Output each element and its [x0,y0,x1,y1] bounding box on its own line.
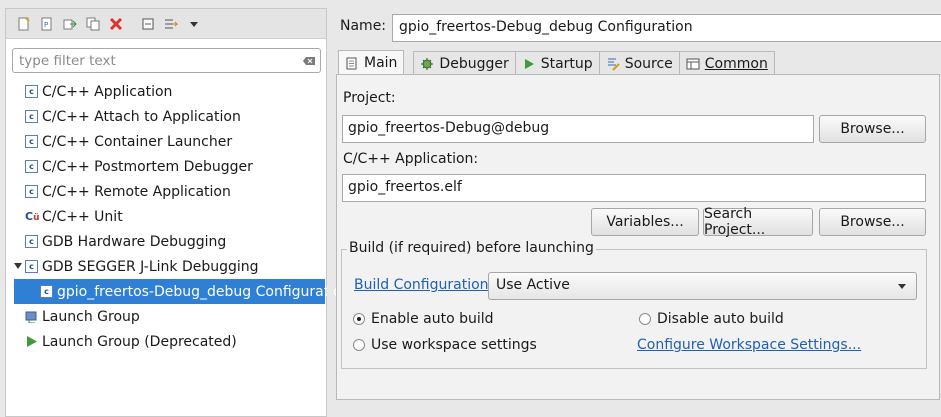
c-launch-icon: c [40,285,53,298]
browse-application-button[interactable]: Browse... [819,208,926,236]
tab-startup[interactable]: Startup [514,51,600,75]
main-tab-icon [345,56,359,70]
tree-item-launch-group-deprecated[interactable]: Launch Group (Deprecated) [6,329,326,354]
new-configuration-icon[interactable] [14,14,34,34]
tab-source[interactable]: Source [598,51,680,75]
radio-label: Enable auto build [371,311,494,327]
tree-item-label: gpio_freertos-Debug_debug Configuration [57,283,351,300]
name-row: Name: gpio_freertos-Debug_debug Configur… [340,14,941,42]
build-group-title: Build (if required) before launching [347,240,596,256]
browse-project-button[interactable]: Browse... [819,115,926,143]
configure-workspace-settings-link[interactable]: Configure Workspace Settings... [637,337,861,353]
view-menu-icon[interactable] [184,14,204,34]
c-launch-icon: c [25,85,38,98]
application-label: C/C++ Application: [343,151,479,167]
tab-label: Source [624,55,673,72]
launch-config-toolbar: P [6,9,326,39]
tree-item-label: C/C++ Postmortem Debugger [42,158,253,175]
expanded-twisty-icon[interactable] [14,263,22,269]
radio-selected-icon [353,313,365,325]
application-field[interactable]: gpio_freertos.elf [342,174,926,202]
new-prototype-icon[interactable]: P [37,14,57,34]
tab-bar: Main Debugger Startup Source Common [338,50,775,75]
tree-item-c-application[interactable]: c C/C++ Application [6,79,326,104]
tree-item-gpio-config[interactable]: c gpio_freertos-Debug_debug Configuratio… [6,279,351,304]
configuration-name-field[interactable]: gpio_freertos-Debug_debug Configuration [392,14,941,42]
tab-label: Startup [540,55,593,72]
tab-common[interactable]: Common [678,51,775,75]
export-icon[interactable] [60,14,80,34]
tree-item-label: C/C++ Application [42,83,173,100]
run-icon [25,335,38,348]
project-field[interactable]: gpio_freertos-Debug@debug [342,115,814,143]
tree-item-c-remote[interactable]: c C/C++ Remote Application [6,179,326,204]
filter-box [12,48,321,73]
radio-unselected-icon [639,313,651,325]
launch-configuration-tree: c C/C++ Application c C/C++ Attach to Ap… [6,79,351,354]
tree-item-c-unit[interactable]: Cü C/C++ Unit [6,204,326,229]
clear-filter-icon[interactable] [298,56,320,66]
tab-label: Common [704,55,768,72]
tree-item-gdb-hardware[interactable]: c GDB Hardware Debugging [6,229,326,254]
variables-button[interactable]: Variables... [591,208,699,236]
configuration-tree-pane: P c C/C++ Application [5,8,351,417]
tree-item-c-attach[interactable]: c C/C++ Attach to Application [6,104,326,129]
c-launch-icon: c [25,135,38,148]
filter-icon[interactable] [161,14,181,34]
tab-main[interactable]: Main [338,50,405,75]
source-tab-icon [606,57,620,71]
duplicate-icon[interactable] [83,14,103,34]
c-launch-icon: c [25,185,38,198]
build-group: Build (if required) before launching Bui… [341,240,927,369]
debugger-tab-icon [420,57,434,71]
radio-label: Use workspace settings [371,337,537,353]
c-unit-icon: Cü [25,210,40,223]
c-launch-icon: c [25,110,38,123]
build-configuration-select[interactable]: Use Active [488,272,917,300]
launch-group-icon [25,310,38,324]
tree-item-label: Launch Group (Deprecated) [42,333,237,350]
tree-item-launch-group[interactable]: Launch Group [6,304,326,329]
tree-item-label: Launch Group [42,308,140,325]
tree-item-label: C/C++ Attach to Application [42,108,241,125]
tree-item-c-postmortem[interactable]: c C/C++ Postmortem Debugger [6,154,326,179]
build-configuration-link[interactable]: Build Configuration: [354,277,493,293]
disable-auto-build-radio[interactable]: Disable auto build [639,311,784,327]
main-tab-panel: Project: gpio_freertos-Debug@debug Brows… [336,74,940,400]
tree-item-label: C/C++ Remote Application [42,183,231,200]
c-launch-icon: c [25,260,38,273]
configuration-editor: Name: gpio_freertos-Debug_debug Configur… [332,8,941,417]
build-configuration-value: Use Active [496,277,570,293]
startup-tab-icon [522,57,536,71]
use-workspace-settings-radio[interactable]: Use workspace settings [353,337,537,353]
delete-icon[interactable] [106,14,126,34]
tree-item-label: GDB SEGGER J-Link Debugging [42,258,259,275]
tree-item-gdb-segger[interactable]: c GDB SEGGER J-Link Debugging [6,254,326,279]
tree-item-label: GDB Hardware Debugging [42,233,227,250]
search-project-button[interactable]: Search Project... [703,206,813,238]
tab-label: Main [364,55,398,71]
c-launch-icon: c [25,235,38,248]
tree-item-label: C/C++ Unit [42,208,123,225]
name-label: Name: [340,18,387,34]
chevron-down-icon [898,284,906,289]
c-launch-icon: c [25,160,38,173]
filter-input[interactable] [13,50,298,71]
svg-text:P: P [44,21,48,29]
project-label: Project: [343,90,396,106]
tree-item-label: C/C++ Container Launcher [42,133,233,150]
enable-auto-build-radio[interactable]: Enable auto build [353,311,494,327]
collapse-all-icon[interactable] [138,14,158,34]
common-tab-icon [686,57,700,71]
tab-label: Debugger [439,55,509,72]
tab-debugger[interactable]: Debugger [413,51,516,75]
tree-item-c-container[interactable]: c C/C++ Container Launcher [6,129,326,154]
radio-unselected-icon [353,339,365,351]
radio-label: Disable auto build [657,311,784,327]
